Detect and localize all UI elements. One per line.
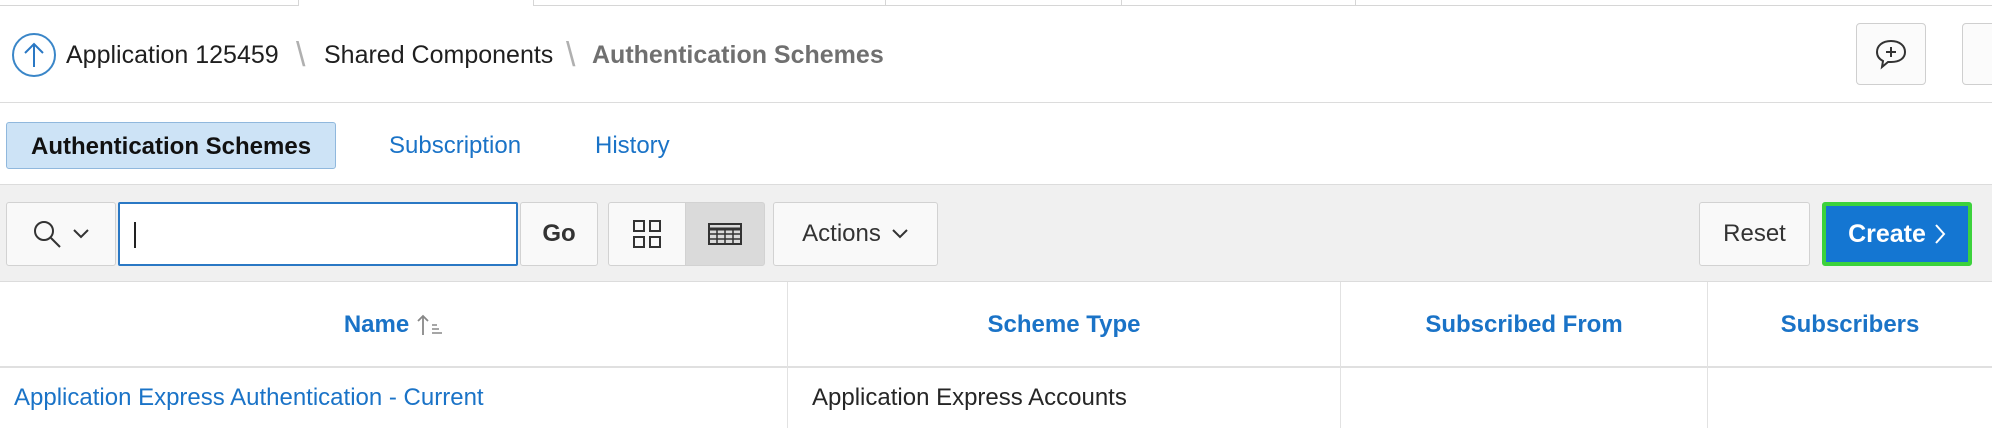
feedback-icon [1875,39,1907,70]
breadcrumb-current-page: Authentication Schemes [592,41,884,69]
report-view-icon [708,223,742,245]
cell-name-link[interactable]: Application Express Authentication - Cur… [0,368,788,428]
tab-subscription[interactable]: Subscription [365,122,545,169]
column-header-subscribers[interactable]: Subscribers [1708,282,1992,368]
column-header-scheme-type[interactable]: Scheme Type [788,282,1341,368]
search-column-selector[interactable] [6,202,116,266]
table-row: Application Express Authentication - Cur… [0,368,1992,428]
arrow-up-icon [24,42,44,67]
column-header-name[interactable]: Name [0,282,788,368]
chevron-down-icon [73,229,89,239]
grid-view-icon [633,220,661,248]
actions-menu-button[interactable]: Actions [773,202,938,266]
report-view-button[interactable] [685,202,765,266]
breadcrumb-separator: \ [566,36,576,74]
column-header-subscribed-from[interactable]: Subscribed From [1341,282,1708,368]
chevron-right-icon [1935,224,1946,244]
create-label: Create [1848,219,1926,248]
go-button[interactable]: Go [520,202,598,266]
search-icon [34,221,61,248]
chevron-down-icon [892,229,908,239]
tab-authentication-schemes[interactable]: Authentication Schemes [6,122,337,169]
feedback-button[interactable] [1856,23,1926,85]
breadcrumb: Application 125459 \ Shared Components \… [0,6,1992,103]
actions-label: Actions [802,220,881,247]
sort-ascending-icon [417,314,443,335]
create-button[interactable]: Create [1822,202,1972,266]
cell-subscribed-from [1341,368,1708,428]
grid-view-button[interactable] [608,202,686,266]
breadcrumb-application[interactable]: Application 125459 [66,39,279,71]
overflow-button[interactable] [1962,23,1992,85]
breadcrumb-separator: \ [296,36,306,74]
page-tabs: Authentication Schemes Subscription Hist… [0,103,1992,185]
table-header: Name Scheme Type Subscribed From Subscri… [0,282,1992,368]
reset-button[interactable]: Reset [1699,202,1810,266]
column-header-label: Name [343,311,410,338]
tab-history[interactable]: History [571,122,694,169]
cell-subscribers [1708,368,1992,428]
search-input[interactable] [118,202,518,266]
parent-page-button[interactable] [12,33,56,77]
breadcrumb-shared-components[interactable]: Shared Components [324,39,553,71]
report-toolbar: Go Actions Reset Create [0,185,1992,282]
cell-scheme-type: Application Express Accounts [788,368,1341,428]
text-cursor [134,222,136,248]
